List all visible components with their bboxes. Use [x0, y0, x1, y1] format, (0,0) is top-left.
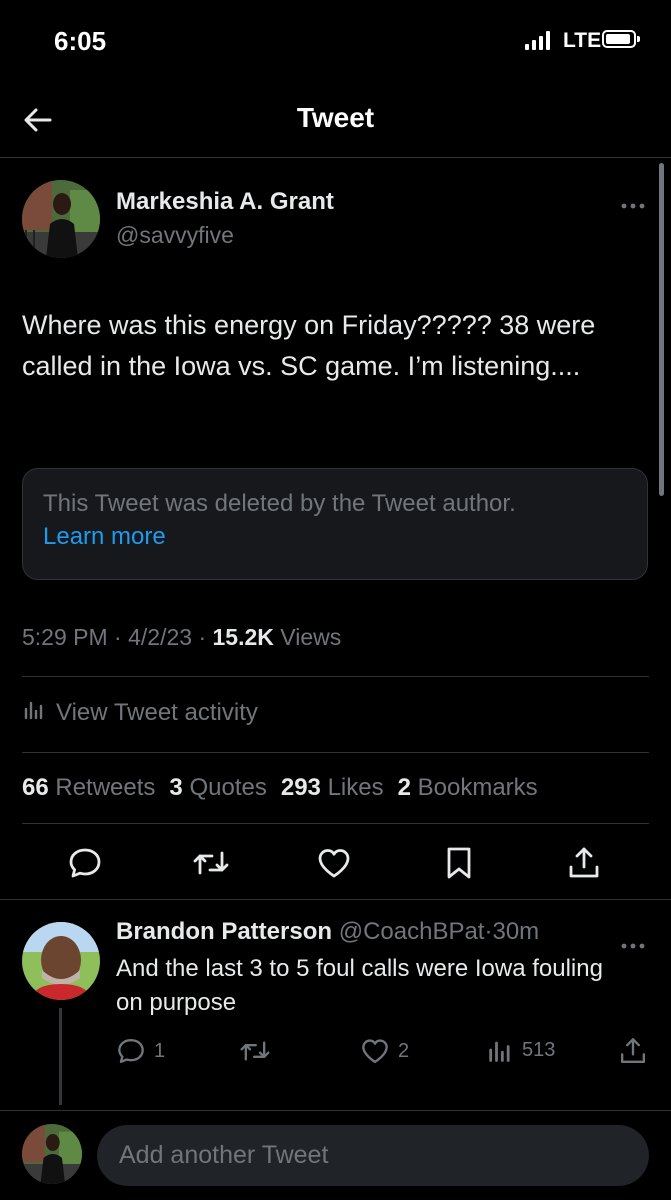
reply-views-count: 513 — [522, 1038, 556, 1061]
network-label: LTE — [563, 29, 602, 52]
retweets-stat[interactable]: 66 Retweets — [22, 774, 155, 802]
reply-icon — [118, 1039, 144, 1063]
battery-icon — [602, 30, 640, 48]
analytics-icon — [22, 697, 46, 728]
reply-icon[interactable] — [67, 845, 103, 881]
actions-divider — [0, 899, 671, 900]
engagement-stats: 66 Retweets 3 Quotes 293 Likes 2 Bookmar… — [22, 774, 538, 802]
quotes-stat[interactable]: 3 Quotes — [169, 774, 266, 802]
like-icon — [362, 1039, 388, 1063]
tweet-time: 5:29 PM — [22, 624, 108, 650]
nav-divider — [0, 157, 671, 158]
deleted-notice: This Tweet was deleted by the Tweet auth… — [43, 490, 516, 517]
activity-divider — [22, 752, 649, 753]
reply-author-handle[interactable]: @CoachBPat — [339, 918, 485, 945]
stats-divider — [22, 823, 649, 824]
thread-line — [59, 1008, 62, 1105]
compose-divider — [0, 1110, 671, 1111]
compose-input[interactable] — [97, 1125, 649, 1186]
bookmark-icon[interactable] — [441, 845, 477, 881]
retweet-icon — [240, 1041, 270, 1061]
reply-share-button[interactable] — [618, 1036, 648, 1066]
author-name[interactable]: Markeshia A. Grant — [116, 188, 334, 216]
tweet-meta: 5:29 PM · 4/2/23 · 15.2K Views — [22, 624, 341, 651]
reply-time: 30m — [492, 918, 540, 945]
reply-count: 1 — [154, 1039, 166, 1062]
page-title: Tweet — [296, 102, 375, 133]
reply-text: And the last 3 to 5 foul calls were Iowa… — [116, 955, 603, 1016]
like-icon[interactable] — [316, 845, 352, 881]
meta-separator: · — [114, 624, 122, 650]
reply-views-button[interactable]: 513 — [486, 1036, 555, 1064]
tweet-text: Where was this energy on Friday????? 38 … — [22, 310, 596, 381]
status-time: 6:05 — [54, 26, 107, 56]
views-label: Views — [280, 624, 342, 650]
reply-more-icon[interactable] — [620, 930, 646, 956]
retweet-icon[interactable] — [191, 845, 229, 881]
meta-separator: · — [198, 624, 207, 650]
reply-like-button[interactable]: 2 — [360, 1036, 409, 1066]
signal-icon — [525, 31, 550, 50]
author-handle[interactable]: @savvyfive — [116, 222, 234, 249]
compose-avatar[interactable] — [22, 1124, 82, 1184]
views-count: 15.2K — [212, 624, 274, 650]
learn-more-link[interactable]: Learn more — [43, 523, 166, 551]
reply-like-count: 2 — [398, 1039, 410, 1062]
reply-avatar[interactable] — [22, 922, 100, 1000]
view-activity-button[interactable]: View Tweet activity — [22, 697, 258, 728]
likes-stat[interactable]: 293 Likes — [281, 774, 384, 802]
reply-reply-button[interactable]: 1 — [116, 1036, 165, 1066]
reply-header: Brandon Patterson @CoachBPat·30m — [116, 918, 539, 946]
meta-divider — [22, 676, 649, 677]
bookmarks-stat[interactable]: 2 Bookmarks — [398, 774, 538, 802]
avatar[interactable] — [22, 180, 100, 258]
tweet-date: 4/2/23 — [128, 624, 193, 650]
activity-label: View Tweet activity — [56, 698, 258, 726]
share-icon[interactable] — [566, 845, 602, 881]
more-icon[interactable] — [620, 190, 646, 216]
reply-author-name[interactable]: Brandon Patterson — [116, 918, 332, 945]
scrollbar[interactable] — [659, 163, 664, 496]
share-icon — [621, 1038, 645, 1063]
status-bar: 6:05 LTE — [0, 0, 671, 80]
reply-retweet-button[interactable] — [238, 1036, 272, 1066]
analytics-icon — [489, 1041, 510, 1062]
